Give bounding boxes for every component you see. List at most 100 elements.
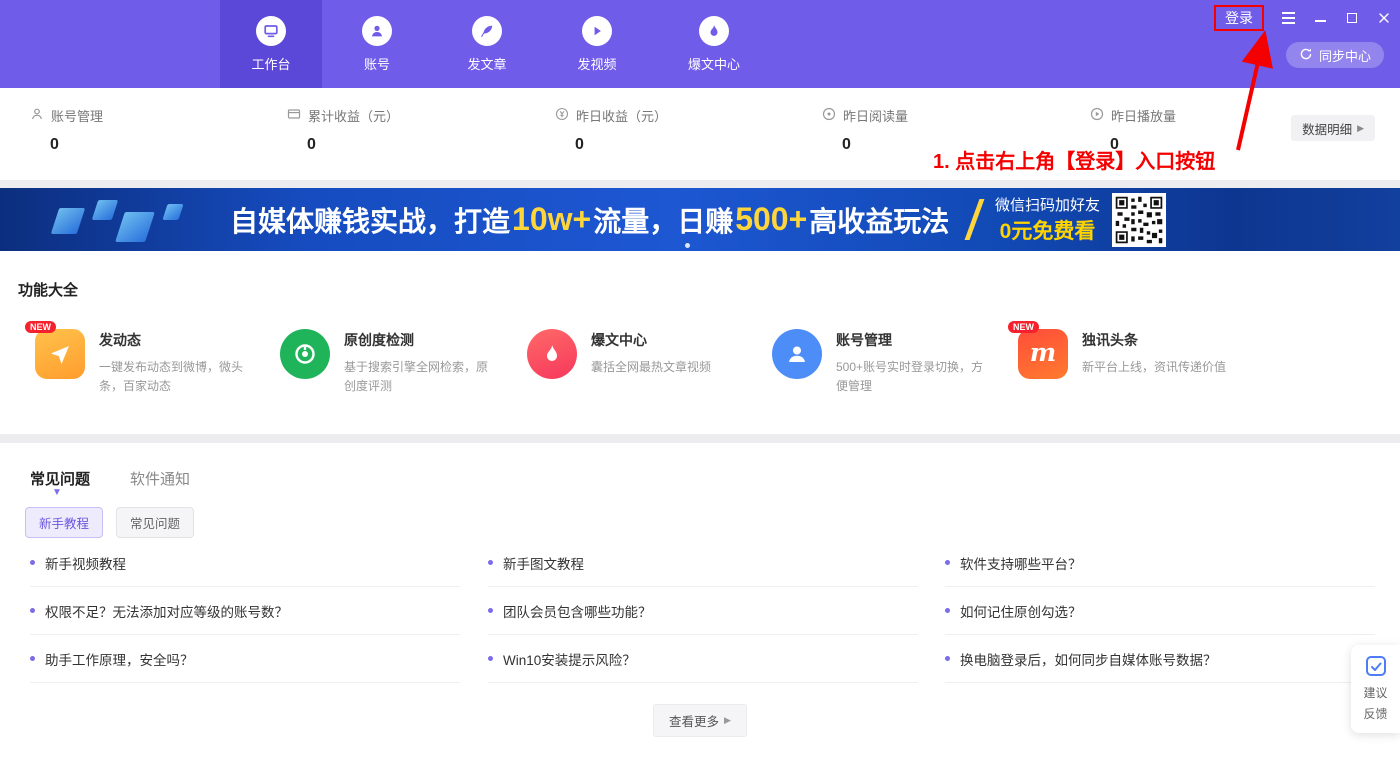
- caret-right-icon: ▶: [1357, 123, 1364, 134]
- annotation-step-text: 1. 点击右上角【登录】入口按钮: [933, 145, 1215, 174]
- faq-item-text: 如何记住原创勾选？: [960, 601, 1082, 621]
- feather-icon: [472, 16, 502, 46]
- stat-label: 昨日收益（元）: [576, 106, 667, 125]
- coin-icon: [555, 107, 569, 124]
- faq-item-text: 换电脑登录后，如何同步自媒体账号数据？: [960, 649, 1217, 669]
- close-icon[interactable]: [1376, 10, 1392, 26]
- banner-decoration: [115, 212, 155, 242]
- views-icon: [822, 107, 836, 124]
- stat-label: 昨日播放量: [1111, 106, 1176, 125]
- maximize-icon[interactable]: [1344, 10, 1360, 26]
- faq-column-3: 软件支持哪些平台？ 如何记住原创勾选？ 换电脑登录后，如何同步自媒体账号数据？: [945, 539, 1375, 683]
- new-badge: NEW: [25, 321, 56, 333]
- stat-value: 0: [822, 136, 908, 154]
- faq-column-2: 新手图文教程 团队会员包含哪些功能？ Win10安装提示风险？: [488, 539, 918, 683]
- stat-label: 昨日阅读量: [843, 106, 908, 125]
- view-more-label: 查看更多: [669, 711, 719, 730]
- feature-card-post-moment[interactable]: NEW 发动态 一键发布动态到微博，微头条，百家动态: [35, 329, 251, 395]
- banner-text: 自媒体赚钱实战，打造: [230, 200, 510, 240]
- play-circle-icon: [1090, 107, 1104, 124]
- faq-item[interactable]: 权限不足？无法添加对应等级的账号数？: [30, 587, 460, 635]
- view-more-button[interactable]: 查看更多 ▶: [653, 704, 747, 737]
- faq-item-text: Win10安装提示风险？: [503, 649, 636, 669]
- nav-tab-workbench[interactable]: 工作台: [220, 0, 322, 88]
- window-controls: 登录: [1214, 4, 1392, 32]
- bullet-icon: [945, 608, 950, 613]
- login-button[interactable]: 登录: [1214, 5, 1264, 31]
- feedback-widget[interactable]: 建议 反馈: [1351, 645, 1400, 733]
- stat-value: 0: [555, 136, 667, 154]
- faq-item[interactable]: 新手图文教程: [488, 539, 918, 587]
- feedback-icon: [1365, 655, 1387, 682]
- feature-card-account-management[interactable]: 账号管理 500+账号实时登录切换，方便管理: [772, 329, 988, 395]
- feature-title: 原创度检测: [344, 330, 496, 350]
- tab-faq[interactable]: 常见问题: [30, 468, 90, 489]
- feature-card-hot-center[interactable]: 爆文中心 囊括全网最热文章视频: [527, 329, 743, 379]
- banner-headline: 自媒体赚钱实战，打造10w+流量，日赚500+高收益玩法: [230, 188, 949, 251]
- faq-item[interactable]: 新手视频教程: [30, 539, 460, 587]
- menu-icon[interactable]: [1280, 10, 1296, 26]
- sync-center-button[interactable]: 同步中心: [1286, 42, 1384, 68]
- minimize-icon[interactable]: [1312, 10, 1328, 26]
- chip-common-questions[interactable]: 常见问题: [116, 507, 194, 538]
- wechat-promo: 微信扫码加好友 0元免费看: [995, 188, 1166, 251]
- features-section: 功能大全 NEW 发动态 一键发布动态到微博，微头条，百家动态 原创度检测 基于…: [0, 251, 1400, 434]
- feature-card-duxun-toutiao[interactable]: NEW m 独讯头条 新平台上线，资讯传递价值: [1018, 329, 1234, 379]
- faq-item[interactable]: 助手工作原理，安全吗？: [30, 635, 460, 683]
- faq-item[interactable]: 软件支持哪些平台？: [945, 539, 1375, 587]
- stat-value: 0: [287, 136, 399, 154]
- nav-tab-label: 发视频: [577, 54, 616, 73]
- send-icon: NEW: [35, 329, 85, 379]
- feature-desc: 500+账号实时登录切换，方便管理: [836, 358, 988, 395]
- nav-tab-publish-article[interactable]: 发文章: [432, 0, 542, 88]
- faq-item[interactable]: 团队会员包含哪些功能？: [488, 587, 918, 635]
- feedback-label: 反馈: [1363, 706, 1387, 723]
- faq-item[interactable]: 换电脑登录后，如何同步自媒体账号数据？: [945, 635, 1375, 683]
- new-badge: NEW: [1008, 321, 1039, 333]
- banner-decoration: [51, 208, 85, 234]
- faq-item[interactable]: Win10安装提示风险？: [488, 635, 918, 683]
- bullet-icon: [488, 560, 493, 565]
- tab-software-notice[interactable]: 软件通知: [130, 468, 190, 489]
- flame-icon: [527, 329, 577, 379]
- stat-total-income: 累计收益（元） 0: [287, 106, 399, 154]
- chip-beginner-tutorial[interactable]: 新手教程: [25, 507, 103, 538]
- play-icon: [582, 16, 612, 46]
- stat-yesterday-reads: 昨日阅读量 0: [822, 106, 908, 154]
- carousel-dot[interactable]: [685, 243, 690, 248]
- workbench-icon: [256, 16, 286, 46]
- account-icon: [362, 16, 392, 46]
- flame-icon: [699, 16, 729, 46]
- data-detail-button[interactable]: 数据明细 ▶: [1291, 115, 1375, 141]
- faq-item-text: 软件支持哪些平台？: [960, 553, 1082, 573]
- person-icon: [772, 329, 822, 379]
- banner-decoration: [92, 200, 118, 220]
- features-title: 功能大全: [18, 279, 78, 300]
- faq-chips: 新手教程 常见问题: [25, 507, 194, 538]
- originality-icon: [280, 329, 330, 379]
- feature-title: 独讯头条: [1082, 330, 1234, 350]
- bullet-icon: [30, 608, 35, 613]
- promo-banner[interactable]: 自媒体赚钱实战，打造10w+流量，日赚500+高收益玩法 微信扫码加好友 0元免…: [0, 188, 1400, 251]
- nav-tab-hot-center[interactable]: 爆文中心: [652, 0, 776, 88]
- stat-account-management: 账号管理 0: [30, 106, 103, 154]
- app-header: 工作台 账号 发文章 发视频 爆文中心 登录: [0, 0, 1400, 88]
- faq-item-text: 团队会员包含哪些功能？: [503, 601, 652, 621]
- stat-yesterday-income: 昨日收益（元） 0: [555, 106, 667, 154]
- nav-tab-publish-video[interactable]: 发视频: [542, 0, 652, 88]
- duxun-logo-icon: NEW m: [1018, 329, 1068, 379]
- nav-tab-accounts[interactable]: 账号: [322, 0, 432, 88]
- feature-card-originality-check[interactable]: 原创度检测 基于搜索引擎全网检索，原创度评测: [280, 329, 496, 395]
- sync-center-label: 同步中心: [1319, 46, 1371, 65]
- card-icon: [287, 107, 301, 124]
- faq-item-text: 权限不足？无法添加对应等级的账号数？: [45, 601, 288, 621]
- sync-icon: [1299, 47, 1313, 64]
- caret-down-icon: ▼: [52, 487, 62, 498]
- person-icon: [30, 107, 44, 124]
- faq-column-1: 新手视频教程 权限不足？无法添加对应等级的账号数？ 助手工作原理，安全吗？: [30, 539, 460, 683]
- bullet-icon: [945, 560, 950, 565]
- data-detail-label: 数据明细: [1302, 119, 1352, 138]
- banner-highlight: 500+: [733, 201, 809, 238]
- faq-item[interactable]: 如何记住原创勾选？: [945, 587, 1375, 635]
- caret-right-icon: ▶: [724, 715, 731, 726]
